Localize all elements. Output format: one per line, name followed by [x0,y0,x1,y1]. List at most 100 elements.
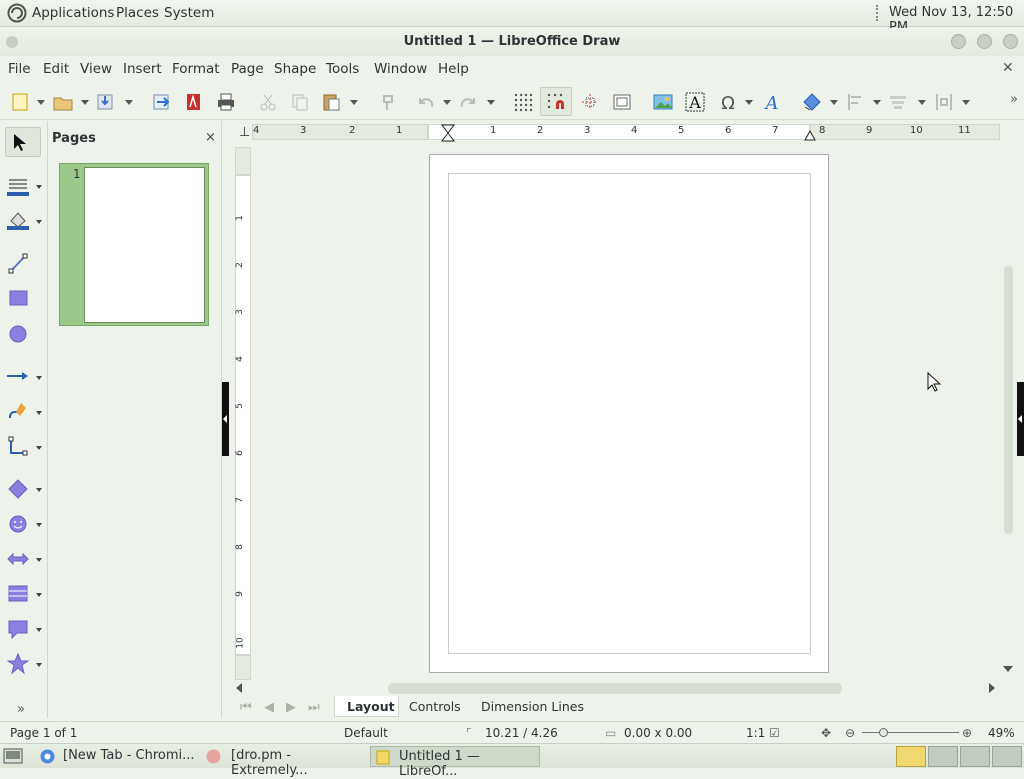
previous-tab-icon[interactable]: ◀ [264,700,274,715]
task-dro-pm[interactable]: [dro.pm - Extremely... [200,746,368,778]
connector-dropdown-icon[interactable] [36,446,42,450]
line-tool-icon[interactable] [7,252,29,274]
drawing-page[interactable] [429,154,829,673]
menu-window[interactable]: Window [374,61,427,77]
snap-to-grid-icon[interactable] [546,92,566,112]
menu-format[interactable]: Format [172,61,220,77]
left-indent-marker-icon[interactable] [441,124,455,142]
close-document-icon[interactable]: ✕ [1002,60,1014,76]
scale-indicator[interactable]: 1:1 [746,726,765,740]
symbol-shapes-dropdown-icon[interactable] [36,523,42,527]
menu-view[interactable]: View [80,61,112,77]
tab-stop-icon[interactable]: ⊥ [239,125,250,140]
next-tab-icon[interactable]: ▶ [286,700,296,715]
new-document-icon[interactable] [10,92,30,112]
vertical-scrollbar[interactable] [1000,121,1017,680]
horizontal-scrollbar-thumb[interactable] [388,683,842,694]
first-tab-icon[interactable]: ⏮ [240,700,252,715]
zoom-in-icon[interactable]: ⊕ [962,726,972,740]
paste-dropdown-icon[interactable] [350,100,358,105]
display-grid-icon[interactable] [513,92,533,112]
right-indent-marker-icon[interactable] [804,130,816,141]
menu-file[interactable]: File [8,61,31,77]
workspace-3[interactable] [960,746,990,767]
zoom-pan-icon[interactable] [612,92,632,112]
places-menu[interactable]: Places [116,5,159,21]
insert-image-icon[interactable] [653,92,673,112]
scroll-left-icon[interactable] [236,683,242,693]
export-icon[interactable] [152,92,172,112]
applications-menu[interactable]: Applications [32,5,114,21]
system-menu[interactable]: System [164,5,214,21]
fill-color-dropdown-icon[interactable] [36,220,42,224]
workspace-switcher[interactable] [894,744,1024,769]
special-character-dropdown-icon[interactable] [745,100,753,105]
print-icon[interactable] [216,92,236,112]
transformations-dropdown-icon[interactable] [830,100,838,105]
special-character-icon[interactable]: Ω [718,92,738,112]
horizontal-scrollbar[interactable] [234,680,1000,696]
tab-dimension-lines[interactable]: Dimension Lines [481,699,584,714]
symbol-shapes-icon[interactable] [7,513,29,535]
callouts-icon[interactable] [7,618,29,640]
workspace-2[interactable] [928,746,958,767]
flowchart-dropdown-icon[interactable] [36,593,42,597]
rectangle-tool-icon[interactable] [7,287,29,309]
zoom-slider-handle[interactable] [879,728,888,737]
menu-page[interactable]: Page [231,61,264,77]
transformations-icon[interactable] [802,92,822,112]
workspace-4[interactable] [992,746,1022,767]
last-tab-icon[interactable]: ⏭ [308,700,320,715]
menu-edit[interactable]: Edit [43,61,69,77]
basic-shapes-icon[interactable] [7,478,29,500]
line-color-dropdown-icon[interactable] [36,185,42,189]
flowchart-icon[interactable] [7,583,29,605]
menu-insert[interactable]: Insert [123,61,162,77]
master-page-name[interactable]: Default [344,726,388,740]
helplines-icon[interactable] [580,92,600,112]
block-arrows-dropdown-icon[interactable] [36,558,42,562]
vertical-scrollbar-thumb[interactable] [1004,266,1013,534]
arrow-lines-icon[interactable] [7,365,29,387]
stars-dropdown-icon[interactable] [36,663,42,667]
new-dropdown-icon[interactable] [37,100,45,105]
tab-layout[interactable]: Layout [347,699,395,714]
line-color-icon[interactable] [7,175,29,197]
task-libreoffice-draw[interactable]: Untitled 1 — LibreOf... [370,746,540,779]
save-icon[interactable] [95,92,115,112]
fill-color-icon[interactable] [7,209,29,231]
curve-dropdown-icon[interactable] [36,411,42,415]
scroll-right-icon[interactable] [989,683,995,693]
zoom-slider-track[interactable] [862,732,959,733]
minimize-button[interactable] [951,34,966,49]
open-folder-icon[interactable] [53,92,73,112]
window-titlebar[interactable]: Untitled 1 — LibreOffice Draw [0,28,1024,56]
menu-shape[interactable]: Shape [274,61,316,77]
menu-help[interactable]: Help [438,61,469,77]
tab-controls[interactable]: Controls [409,699,461,714]
close-window-button[interactable] [1003,34,1018,49]
page-indicator[interactable]: Page 1 of 1 [10,726,77,740]
document-modified-icon[interactable]: ☑ [769,726,780,740]
stars-icon[interactable] [7,653,29,675]
workspace-1[interactable] [896,746,926,767]
show-desktop-icon[interactable] [3,748,23,765]
vertical-ruler[interactable]: 1 2 3 4 5 6 7 8 9 10 [234,143,252,680]
select-arrow-icon[interactable] [7,131,29,153]
curve-tool-icon[interactable] [7,400,29,422]
zoom-out-icon[interactable]: ⊖ [845,726,855,740]
fit-page-icon[interactable]: ✥ [821,726,831,740]
maximize-button[interactable] [977,34,992,49]
drawing-toolbar-overflow-icon[interactable]: » [17,702,25,717]
horizontal-ruler[interactable]: ⊥ 4 3 2 1 1 2 3 4 5 6 7 8 9 10 11 [234,121,1000,143]
export-pdf-icon[interactable] [184,92,204,112]
callouts-dropdown-icon[interactable] [36,628,42,632]
pages-panel-close-button[interactable]: × [205,130,216,145]
connector-tool-icon[interactable] [7,436,29,458]
open-dropdown-icon[interactable] [81,100,89,105]
zoom-percentage[interactable]: 49% [988,726,1015,740]
distro-logo-icon[interactable] [7,3,27,23]
drawing-canvas[interactable] [252,143,1000,680]
menu-tools[interactable]: Tools [326,61,359,77]
paste-icon[interactable] [321,92,341,112]
